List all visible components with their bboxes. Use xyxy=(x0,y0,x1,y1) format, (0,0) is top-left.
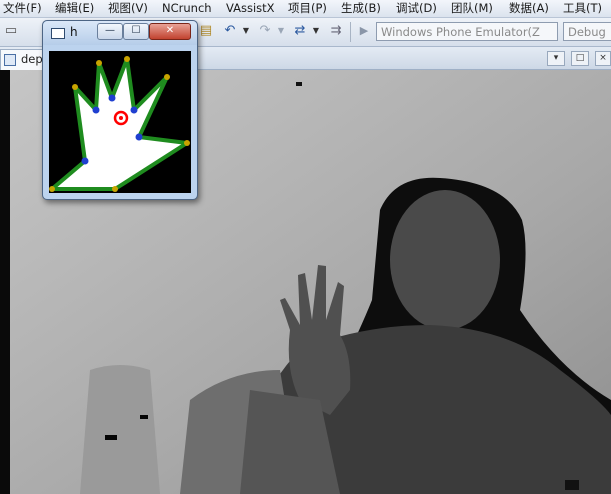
menu-ncrunch[interactable]: NCrunch xyxy=(162,0,212,17)
undo-icon[interactable]: ↶ xyxy=(222,23,238,39)
menu-vassistx[interactable]: VAssistX xyxy=(226,0,275,17)
navigate-dropdown-icon[interactable]: ▼ xyxy=(308,23,324,39)
hand-window[interactable]: h — ☐ ✕ xyxy=(42,20,198,200)
tab-dropdown-button[interactable]: ▾ xyxy=(547,51,565,66)
target-device-combo[interactable]: Windows Phone Emulator(Z xyxy=(376,22,558,41)
redo-icon[interactable]: ↷ xyxy=(257,23,273,39)
configuration-value: Debug xyxy=(568,25,606,39)
target-device-value: Windows Phone Emulator(Z xyxy=(381,25,540,39)
tab-close-button[interactable]: × xyxy=(595,51,611,66)
menu-project[interactable]: 项目(P) xyxy=(288,0,327,17)
menu-view[interactable]: 视图(V) xyxy=(108,0,148,17)
menu-team[interactable]: 团队(M) xyxy=(451,0,493,17)
undo-dropdown-icon[interactable]: ▼ xyxy=(238,23,254,39)
menu-build[interactable]: 生成(B) xyxy=(341,0,381,17)
save-icon[interactable]: ▭ xyxy=(3,23,19,39)
hand-detection-image xyxy=(49,56,190,192)
maximize-button[interactable]: ☐ xyxy=(123,23,149,40)
menu-data[interactable]: 数据(A) xyxy=(509,0,549,17)
redo-dropdown-icon[interactable]: ▼ xyxy=(273,23,289,39)
minimize-button[interactable]: — xyxy=(97,23,123,40)
hand-detection-view xyxy=(49,51,191,193)
menu-debug[interactable]: 调试(D) xyxy=(396,0,437,17)
menu-tools[interactable]: 工具(T) xyxy=(563,0,602,17)
navigate-icon[interactable]: ⇄ xyxy=(292,23,308,39)
menu-file[interactable]: 文件(F) xyxy=(3,0,42,17)
tab-label: dep xyxy=(21,52,43,66)
window-icon xyxy=(51,28,65,39)
hand-window-title: h xyxy=(70,25,78,39)
navigate-forward-icon[interactable]: ⇉ xyxy=(328,23,344,39)
menu-bar: 文件(F) 编辑(E) 视图(V) NCrunch VAssistX 项目(P)… xyxy=(0,0,611,18)
hand-window-titlebar[interactable]: h — ☐ ✕ xyxy=(43,21,197,45)
tab-restore-button[interactable]: □ xyxy=(571,51,589,66)
close-button[interactable]: ✕ xyxy=(149,23,191,40)
configuration-combo[interactable]: Debug xyxy=(563,22,611,41)
document-icon xyxy=(4,54,16,66)
start-debug-icon[interactable]: ▶ xyxy=(356,23,372,39)
folder-icon[interactable]: ▤ xyxy=(198,23,214,39)
menu-edit[interactable]: 编辑(E) xyxy=(55,0,94,17)
toolbar-separator xyxy=(350,22,351,42)
